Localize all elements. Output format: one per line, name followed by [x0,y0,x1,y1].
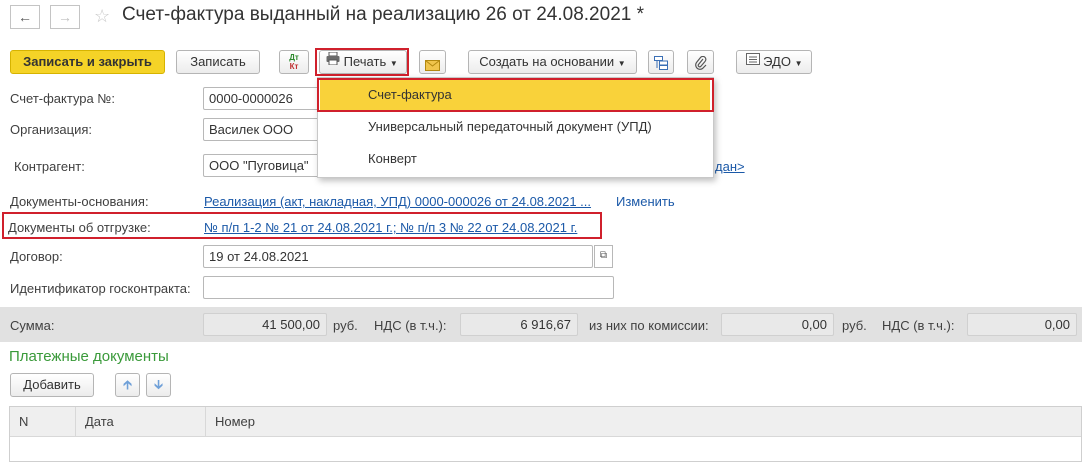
arrow-down-icon: 🡳 [153,377,164,392]
add-button[interactable]: Добавить [10,373,94,397]
attach-button[interactable] [687,50,714,74]
dropdown-arrow-icon: ▼ [617,59,626,68]
create-based-on-button[interactable]: Создать на основании ▼ [468,50,637,74]
favorite-star-icon[interactable]: ☆ [94,6,110,27]
currency-label-2: руб. [842,318,867,333]
currency-label-1: руб. [333,318,358,333]
structure-button[interactable] [648,50,674,74]
arrow-left-icon: ← [18,9,32,25]
base-documents-link[interactable]: Реализация (акт, накладная, УПД) 0000-00… [204,194,591,209]
counterparty-details-link[interactable]: дан> [715,159,745,174]
invoice-number-label: Счет-фактура №: [10,91,115,106]
shipment-highlight-box [2,212,602,239]
print-highlight-box [315,48,409,76]
open-contract-button[interactable]: ⧉ [594,245,613,268]
invoice-number-field[interactable]: 0000-0000026 [203,87,323,110]
dropdown-arrow-icon: ▼ [794,59,803,68]
vat-label-2: НДС (в т.ч.): [882,318,955,333]
commission-label: из них по комиссии: [589,318,709,333]
email-button[interactable] [419,50,446,74]
envelope-icon [425,56,440,78]
gov-contract-label: Идентификатор госконтракта: [10,281,191,296]
invoice-menu-highlight-box [317,78,714,112]
edo-doc-icon [745,50,760,72]
contract-field[interactable]: 19 от 24.08.2021 [203,245,593,268]
move-down-button[interactable]: 🡳 [146,373,171,397]
counterparty-field[interactable]: ООО "Пуговица" [203,154,323,177]
change-link[interactable]: Изменить [616,194,675,209]
gov-contract-field[interactable] [203,276,614,299]
organization-label: Организация: [10,122,93,137]
edo-label: ЭДО [763,54,791,69]
sum-field: 41 500,00 [203,313,327,336]
menu-item-envelope[interactable]: Конверт [320,144,710,174]
kt-icon-text: Кт [289,62,299,71]
counterparty-label: Контрагент: [14,159,85,174]
vat-field-1: 6 916,67 [460,313,578,336]
dt-icon-text: Дт [289,53,299,62]
structure-icon [654,55,668,77]
vat-label-1: НДС (в т.ч.): [374,318,447,333]
dt-kt-button[interactable]: Дт Кт [279,50,309,74]
contract-label: Договор: [10,249,63,264]
column-header-date[interactable]: Дата [76,407,206,437]
base-documents-label: Документы-основания: [10,194,149,209]
arrow-right-icon: → [58,9,72,25]
edo-button[interactable]: ЭДО ▼ [736,50,812,74]
page-title: Счет-фактура выданный на реализацию 26 о… [122,4,644,25]
paperclip-icon [694,55,707,77]
payments-section-title: Платежные документы [9,348,169,365]
vat-field-2: 0,00 [967,313,1077,336]
column-header-n[interactable]: N [10,407,76,437]
forward-button[interactable]: → [50,5,80,29]
back-button[interactable]: ← [10,5,40,29]
organization-field[interactable]: Василек ООО [203,118,323,141]
create-based-on-label: Создать на основании [479,54,615,69]
save-and-close-button[interactable]: Записать и закрыть [10,50,165,74]
sum-label: Сумма: [10,318,55,333]
save-button[interactable]: Записать [176,50,260,74]
move-up-button[interactable]: 🡱 [115,373,140,397]
arrow-up-icon: 🡱 [122,377,133,392]
menu-item-upd[interactable]: Универсальный передаточный документ (УПД… [320,112,710,142]
column-header-number[interactable]: Номер [206,407,506,437]
open-window-icon: ⧉ [599,250,608,261]
commission-field: 0,00 [721,313,834,336]
